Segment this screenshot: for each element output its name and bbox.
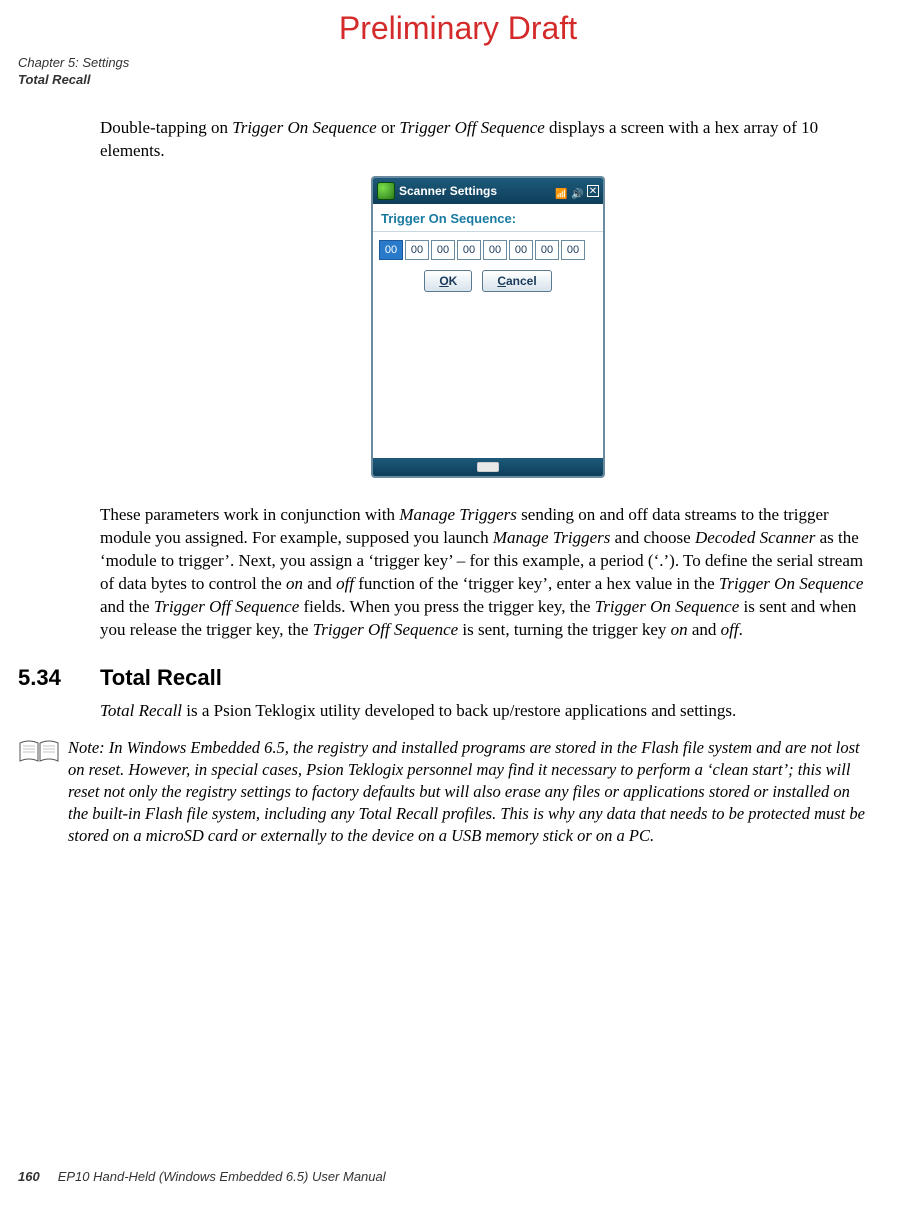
page-footer: 160 EP10 Hand-Held (Windows Embedded 6.5)… — [18, 1168, 386, 1186]
term: on — [286, 574, 303, 593]
screenshot-figure: Scanner Settings ✕ Trigger On Sequence: … — [100, 176, 876, 485]
paragraph-2: These parameters work in conjunction wit… — [100, 504, 876, 642]
section-number: 5.34 — [18, 663, 100, 694]
chapter-line-2: Total Recall — [18, 72, 916, 89]
hex-cell-2[interactable]: 00 — [431, 240, 455, 260]
panel-heading: Trigger On Sequence: — [373, 204, 603, 231]
term: Trigger On Sequence — [719, 574, 863, 593]
paragraph-3: Total Recall is a Psion Teklogix utility… — [100, 700, 876, 723]
hex-cell-3[interactable]: 00 — [457, 240, 481, 260]
hex-cell-0[interactable]: 00 — [379, 240, 403, 260]
hex-cell-7[interactable]: 00 — [561, 240, 585, 260]
term: off — [336, 574, 354, 593]
text: and — [303, 574, 336, 593]
term: Decoded Scanner — [695, 528, 815, 547]
text: These parameters work in conjunction wit… — [100, 505, 399, 524]
text: . — [739, 620, 743, 639]
term: Trigger Off Sequence — [313, 620, 458, 639]
keyboard-icon[interactable] — [477, 462, 499, 472]
term: Total Recall — [100, 701, 182, 720]
scanner-settings-window: Scanner Settings ✕ Trigger On Sequence: … — [371, 176, 605, 478]
text: or — [377, 118, 400, 137]
hex-cell-1[interactable]: 00 — [405, 240, 429, 260]
preliminary-draft-heading: Preliminary Draft — [0, 0, 916, 55]
text: and choose — [610, 528, 695, 547]
page-content: Double-tapping on Trigger On Sequence or… — [0, 89, 916, 847]
ok-rest: K — [449, 274, 458, 288]
window-title: Scanner Settings — [399, 183, 551, 200]
chapter-line-1: Chapter 5: Settings — [18, 55, 916, 72]
section-heading: 5.34 Total Recall — [18, 663, 876, 694]
signal-icon[interactable] — [555, 185, 567, 197]
note-block: Note: In Windows Embedded 6.5, the regis… — [18, 737, 876, 847]
term-trigger-off: Trigger Off Sequence — [399, 118, 544, 137]
term: Trigger On Sequence — [595, 597, 739, 616]
text: fields. When you press the trigger key, … — [299, 597, 595, 616]
ok-underline: O — [439, 274, 448, 288]
button-row: OK Cancel — [373, 268, 603, 295]
volume-icon[interactable] — [571, 185, 583, 197]
note-label: Note: — [68, 738, 105, 757]
term: Trigger Off Sequence — [154, 597, 299, 616]
ok-button[interactable]: OK — [424, 270, 472, 293]
note-body: In Windows Embedded 6.5, the registry an… — [68, 738, 865, 845]
term: off — [721, 620, 739, 639]
paragraph-1: Double-tapping on Trigger On Sequence or… — [100, 117, 876, 163]
text: and the — [100, 597, 154, 616]
term: Manage Triggers — [399, 505, 517, 524]
text: function of the ‘trigger key’, enter a h… — [354, 574, 719, 593]
start-orb-icon[interactable] — [377, 182, 395, 200]
term: on — [671, 620, 688, 639]
hex-input-row: 00 00 00 00 00 00 00 00 — [373, 232, 603, 268]
hex-cell-4[interactable]: 00 — [483, 240, 507, 260]
cancel-underline: C — [497, 274, 506, 288]
cancel-button[interactable]: Cancel — [482, 270, 551, 293]
page-number: 160 — [18, 1169, 40, 1184]
text: is sent, turning the trigger key — [458, 620, 670, 639]
close-icon[interactable]: ✕ — [587, 185, 599, 197]
note-text: Note: In Windows Embedded 6.5, the regis… — [68, 737, 876, 847]
bottom-bar — [373, 458, 603, 476]
term: Manage Triggers — [493, 528, 611, 547]
tray-icons: ✕ — [555, 185, 599, 197]
hex-cell-5[interactable]: 00 — [509, 240, 533, 260]
text: Double-tapping on — [100, 118, 232, 137]
cancel-rest: ancel — [506, 274, 537, 288]
footer-text: EP10 Hand-Held (Windows Embedded 6.5) Us… — [58, 1169, 386, 1184]
text: and — [688, 620, 721, 639]
hex-cell-6[interactable]: 00 — [535, 240, 559, 260]
book-icon — [18, 739, 60, 765]
running-head: Chapter 5: Settings Total Recall — [0, 55, 916, 89]
section-title: Total Recall — [100, 663, 222, 694]
term-trigger-on: Trigger On Sequence — [232, 118, 376, 137]
text: is a Psion Teklogix utility developed to… — [182, 701, 736, 720]
titlebar: Scanner Settings ✕ — [373, 178, 603, 204]
